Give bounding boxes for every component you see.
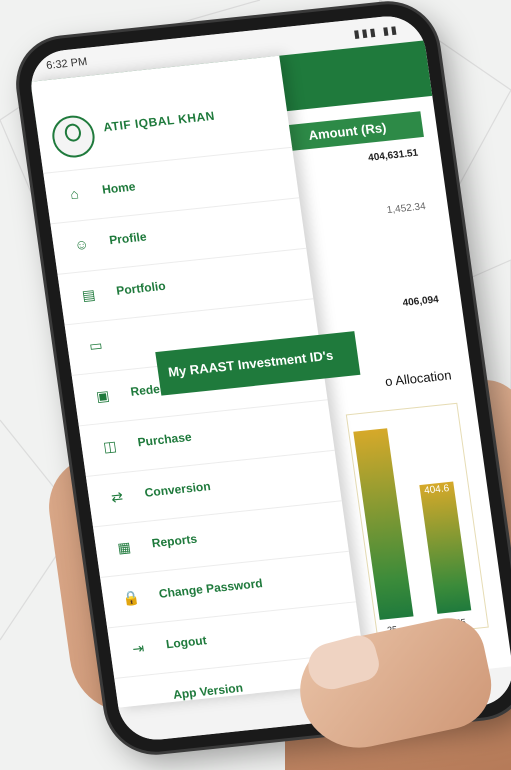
reports-icon: ▦	[116, 538, 132, 556]
avatar	[49, 113, 98, 160]
chart-bar[interactable]	[353, 428, 414, 620]
menu-item-label: Change Password	[157, 576, 264, 601]
menu-item-label: Profile	[108, 229, 148, 248]
menu-item-label: Logout	[165, 633, 208, 652]
amount-value: 404,631.51	[367, 147, 419, 164]
home-icon: ⌂	[69, 185, 80, 203]
status-time: 6:32 PM	[45, 55, 88, 73]
profile-icon: ☺	[73, 235, 90, 253]
portfolio-icon: ▤	[80, 286, 97, 304]
allocation-chart: 404.6 25 Jun 25	[345, 402, 489, 640]
chart-bar[interactable]	[419, 481, 472, 614]
purchase-icon: ◫	[102, 437, 118, 455]
allocation-title: o Allocation	[384, 367, 453, 390]
total-value: 406,094	[401, 294, 440, 309]
menu-item-label: Home	[101, 179, 137, 197]
menu-item-label: Reports	[150, 531, 198, 551]
id-card-icon: ▭	[88, 336, 104, 354]
amount-value: 1,452.34	[386, 201, 427, 217]
conversion-icon: ⇄	[110, 488, 124, 506]
menu-item-label: App Version	[172, 680, 244, 702]
signal-icon: ▮▮▮ ▮▮	[352, 24, 400, 41]
lock-icon: 🔒	[121, 588, 142, 607]
menu-item-label: Portfolio	[115, 278, 167, 298]
logout-icon: ⇥	[131, 639, 146, 657]
user-name: ATIF IQBAL KHAN	[102, 108, 216, 135]
amount-column-header: Amount (Rs)	[271, 111, 424, 153]
redemption-icon: ▣	[95, 387, 111, 405]
menu-item-label: Purchase	[136, 429, 193, 450]
menu-item-label: Conversion	[143, 479, 212, 500]
